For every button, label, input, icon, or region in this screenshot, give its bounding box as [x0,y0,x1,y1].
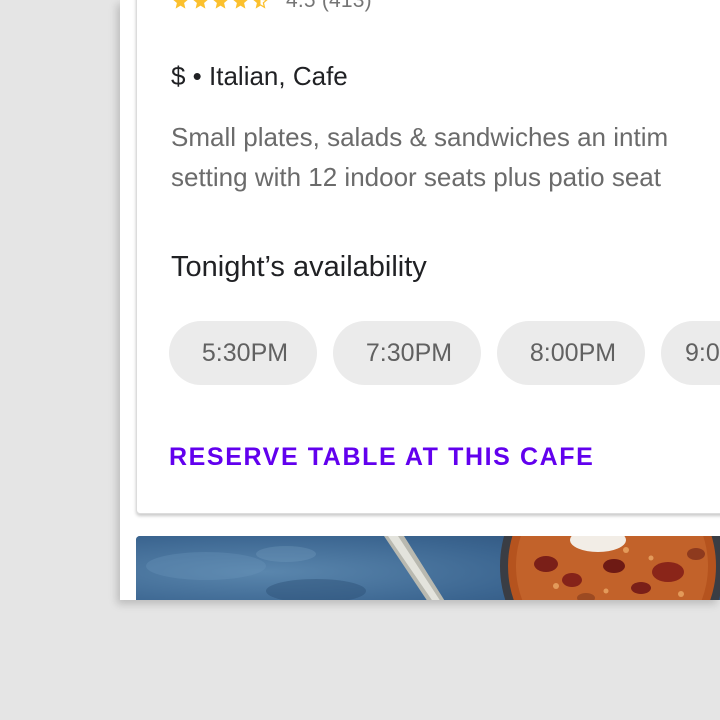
time-slot-chip[interactable]: 8:00PM [497,321,645,385]
description-line: Small plates, salads & sandwiches an int… [171,122,669,152]
rating-row: 4.5 (413) [171,0,372,21]
restaurant-card: 4.5 (413) $ • Italian, Cafe Small plates… [136,0,720,514]
time-slot-chips: 5:30PM 7:30PM 8:00PM 9:0 [169,321,720,385]
star-icon [213,0,228,9]
food-photo-image [136,536,720,600]
reserve-table-button[interactable]: RESERVE TABLE AT THIS CAFE [169,443,594,472]
price-cuisine: $ • Italian, Cafe [171,61,348,91]
availability-title: Tonight’s availability [171,251,427,283]
food-photo [136,536,720,600]
app-screen: 4.5 (413) $ • Italian, Cafe Small plates… [120,0,720,600]
time-slot-chip[interactable]: 5:30PM [169,321,317,385]
star-icon [233,0,248,9]
star-icon [193,0,208,9]
description-line: setting with 12 indoor seats plus patio … [171,162,661,192]
star-icon [173,0,188,9]
star-half-icon [253,0,268,9]
rating-stars [171,0,270,11]
rating-summary: 4.5 (413) [286,0,372,12]
time-slot-chip[interactable]: 7:30PM [333,321,481,385]
time-slot-chip[interactable]: 9:0 [661,321,720,385]
restaurant-description: Small plates, salads & sandwiches an int… [171,117,720,197]
